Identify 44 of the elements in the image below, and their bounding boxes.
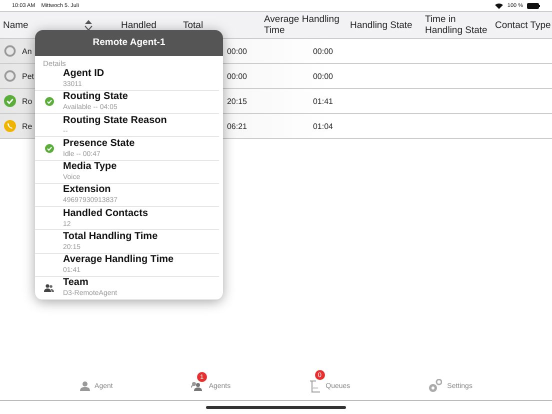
column-header[interactable]: Time in Handling State xyxy=(425,14,492,36)
column-header[interactable]: Name xyxy=(3,20,28,30)
table-cell-text: 01:41 xyxy=(312,96,334,106)
agent-name: Ro xyxy=(22,96,32,106)
detail-label: Routing State xyxy=(63,91,128,104)
column-header[interactable]: Handling State xyxy=(350,20,412,30)
table-cell-text: 06:21 xyxy=(226,122,248,130)
sort-icon[interactable] xyxy=(84,19,94,31)
popover-title: Remote Agent-1 xyxy=(92,37,166,48)
detail-label: Handled Contacts xyxy=(63,208,148,220)
table-cell-text: 00:00 xyxy=(312,72,334,80)
agent-name: Pet xyxy=(22,72,34,80)
check-icon xyxy=(44,144,54,153)
person-icon xyxy=(80,381,90,391)
detail-label: Routing State Reason xyxy=(63,114,167,127)
detail-label: Total Handling Time xyxy=(63,230,158,243)
queue-icon xyxy=(308,379,321,393)
detail-label: Average Handling Time xyxy=(63,254,174,266)
table-cell-text: 00:00 xyxy=(226,46,248,56)
check-icon xyxy=(4,95,16,107)
empty-circle-icon xyxy=(4,45,16,57)
detail-label: Extension xyxy=(63,184,112,196)
detail-label: Agent ID xyxy=(63,68,104,80)
table-cell-text: 20:15 xyxy=(226,96,248,106)
people-icon xyxy=(44,284,54,292)
people-icon xyxy=(190,381,204,391)
phone-icon xyxy=(4,120,16,132)
detail-label: Media Type xyxy=(63,161,117,174)
wifi-icon xyxy=(495,2,504,8)
agent-name: Re xyxy=(22,122,32,130)
table-cell-text: 00:00 xyxy=(226,72,248,80)
column-header[interactable]: Average Handling Time xyxy=(264,14,347,36)
column-header[interactable]: Contact Type xyxy=(495,20,551,30)
detail-label: Team xyxy=(63,277,90,290)
detail-label: Presence State xyxy=(63,138,135,150)
agent-name: An xyxy=(22,46,32,56)
empty-circle-icon xyxy=(4,70,16,82)
column-header[interactable]: Handled xyxy=(121,20,156,30)
table-cell-text: 01:04 xyxy=(312,122,334,130)
gears-icon xyxy=(428,379,442,393)
table-cell-text: 00:00 xyxy=(312,46,334,56)
column-header[interactable]: Total xyxy=(183,20,204,30)
check-icon xyxy=(44,97,54,106)
battery-icon xyxy=(527,2,540,8)
